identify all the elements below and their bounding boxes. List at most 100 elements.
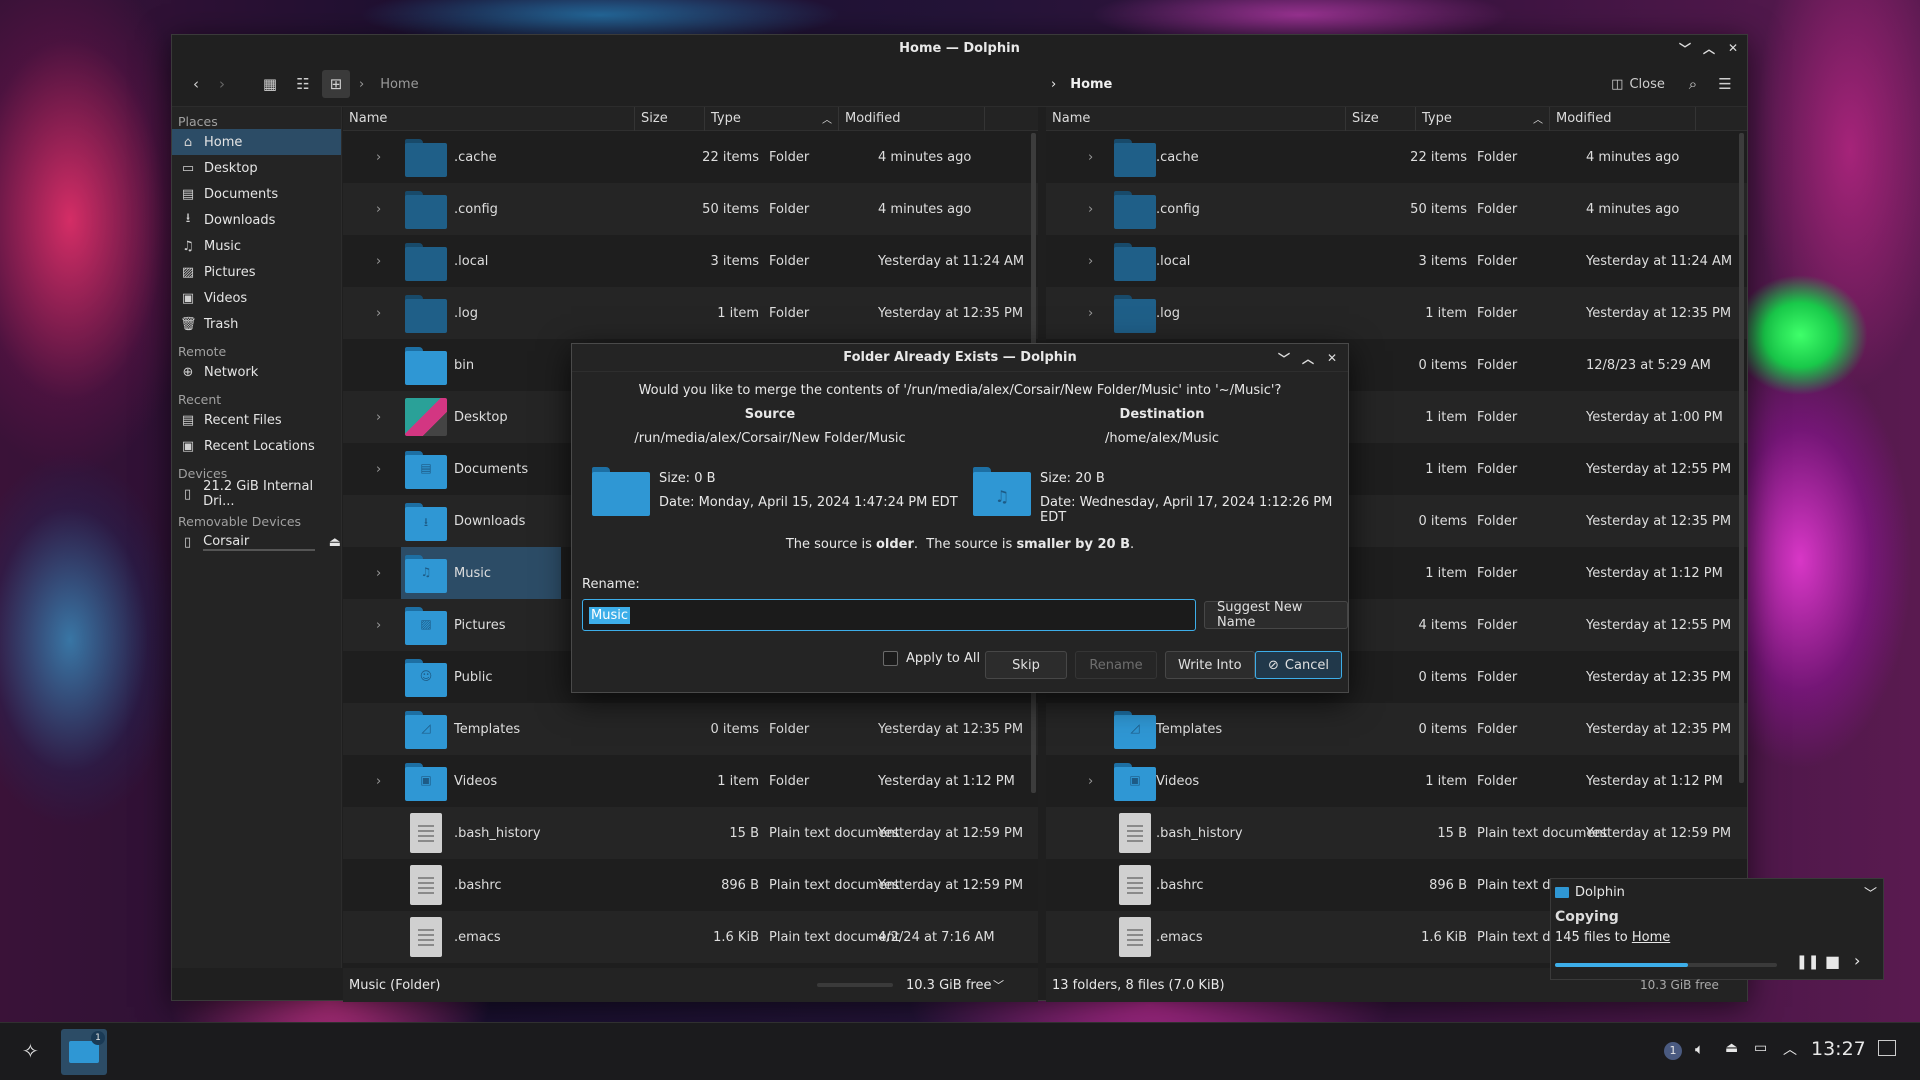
back-icon[interactable]: ‹	[184, 70, 208, 98]
eject-icon[interactable]: ⏏	[329, 535, 341, 550]
expand-chevron-icon[interactable]: ›	[376, 235, 381, 287]
file-row[interactable]: › .cache 22 items Folder 4 minutes ago	[1046, 131, 1747, 183]
file-row[interactable]: ◿ Templates 0 items Folder Yesterday at 12:3…	[1046, 703, 1747, 755]
expand-chevron-icon[interactable]: ›	[376, 547, 381, 599]
volume-icon[interactable]: 🔈︎	[1695, 1040, 1704, 1058]
file-row[interactable]: .bash_history 15 B Plain text document Yest…	[1046, 807, 1747, 859]
forward-icon[interactable]: ›	[210, 70, 234, 98]
pause-icon[interactable]: ❚❚	[1796, 954, 1819, 970]
breadcrumb-home[interactable]: Home	[380, 77, 418, 92]
app-launcher-icon[interactable]: ✧	[22, 1039, 39, 1063]
file-row[interactable]: › .log 1 item Folder Yesterday at 12:35 PM	[343, 287, 1038, 339]
dolphin-task-button[interactable]: 1	[61, 1029, 107, 1075]
column-modified[interactable]: Modified	[839, 107, 985, 131]
places-item-home[interactable]: ⌂ Home	[172, 129, 341, 155]
tray-expand-icon[interactable]: ︿	[1783, 1039, 1797, 1059]
cancel-button[interactable]: ⊘ Cancel	[1255, 651, 1342, 679]
column-size[interactable]: Size	[635, 107, 705, 131]
column-modified[interactable]: Modified	[1550, 107, 1696, 131]
expand-chevron-icon[interactable]: ›	[1088, 235, 1093, 287]
suggest-new-name-button[interactable]: Suggest New Name	[1204, 600, 1348, 630]
rename-button[interactable]: Rename	[1075, 651, 1157, 679]
notification-home-link[interactable]: Home	[1632, 930, 1670, 945]
expand-chevron-icon[interactable]: ›	[376, 391, 381, 443]
places-item-network[interactable]: ⊕ Network	[172, 359, 341, 385]
details-chevron-icon[interactable]: ›	[1854, 951, 1860, 970]
file-row[interactable]: › .local 3 items Folder Yesterday at 11:24 A…	[1046, 235, 1747, 287]
places-item-videos[interactable]: ▣ Videos	[172, 285, 341, 311]
places-item-recent-files[interactable]: ▤ Recent Files	[172, 407, 341, 433]
dialog-titlebar[interactable]: Folder Already Exists — Dolphin ﹀ ︿ ✕	[572, 344, 1348, 372]
close-window-icon[interactable]: ✕	[1725, 40, 1741, 56]
checkbox-box[interactable]	[883, 651, 898, 666]
expand-chevron-icon[interactable]: ›	[1088, 755, 1093, 807]
expand-chevron-icon[interactable]: ›	[376, 131, 381, 183]
file-row[interactable]: › .cache 22 items Folder 4 minutes ago	[343, 131, 1038, 183]
free-space-label[interactable]: 10.3 GiB free	[906, 978, 991, 993]
clock[interactable]: 13:27	[1811, 1038, 1866, 1060]
column-name[interactable]: Name	[343, 107, 635, 131]
show-desktop-icon[interactable]	[1878, 1040, 1896, 1056]
minimize-icon[interactable]: ﹀	[1276, 350, 1292, 366]
search-icon[interactable]: ⌕	[1680, 70, 1706, 98]
file-row[interactable]: › .config 50 items Folder 4 minutes ago	[1046, 183, 1747, 235]
window-titlebar[interactable]: Home — Dolphin ﹀ ︿ ✕	[172, 35, 1747, 61]
collapse-icon[interactable]: ﹀	[1864, 883, 1877, 902]
apply-to-all-checkbox[interactable]: Apply to All	[883, 651, 980, 666]
network-tray-icon[interactable]: ▭	[1754, 1040, 1767, 1056]
column-size[interactable]: Size	[1346, 107, 1416, 131]
maximize-icon[interactable]: ︿	[1300, 350, 1316, 366]
compact-view-icon[interactable]: ☷	[289, 70, 317, 98]
places-item-corsair[interactable]: ▯ Corsair ⏏	[172, 529, 341, 555]
places-item-downloads[interactable]: ⭳ Downloads	[172, 207, 341, 233]
expand-chevron-icon[interactable]: ›	[1088, 287, 1093, 339]
places-item-desktop[interactable]: ▭ Desktop	[172, 155, 341, 181]
column-name[interactable]: Name	[1046, 107, 1346, 131]
file-size: 50 items	[1410, 201, 1467, 217]
file-row[interactable]: .emacs 1.6 KiB Plain text document 4/2/24 a…	[343, 911, 1038, 963]
places-item-pictures[interactable]: ▨ Pictures	[172, 259, 341, 285]
hamburger-menu-icon[interactable]: ☰	[1712, 70, 1738, 98]
write-into-button[interactable]: Write Into	[1165, 651, 1255, 679]
minimize-icon[interactable]: ﹀	[1677, 40, 1693, 56]
breadcrumb-home[interactable]: Home	[1070, 77, 1112, 92]
file-row[interactable]: › .log 1 item Folder Yesterday at 12:35 PM	[1046, 287, 1747, 339]
chevron-down-icon[interactable]: ﹀	[993, 977, 1004, 993]
notification-count-icon[interactable]: 1	[1664, 1042, 1682, 1060]
stop-icon[interactable]: ■	[1825, 952, 1840, 971]
usb-tray-icon[interactable]: ⏏	[1725, 1040, 1738, 1056]
file-row[interactable]: › .config 50 items Folder 4 minutes ago	[343, 183, 1038, 235]
places-item-21-2-gib-internal-dri-[interactable]: ▯ 21.2 GiB Internal Dri...	[172, 479, 341, 509]
places-item-music[interactable]: ♫ Music	[172, 233, 341, 259]
expand-chevron-icon[interactable]: ›	[376, 183, 381, 235]
expand-chevron-icon[interactable]: ›	[376, 755, 381, 807]
close-dialog-icon[interactable]: ✕	[1324, 350, 1340, 366]
file-row[interactable]: › ▣ Videos 1 item Folder Yesterday at 1:12 PM	[343, 755, 1038, 807]
details-view-icon[interactable]: ⊞	[322, 70, 350, 98]
right-scrollbar[interactable]	[1739, 133, 1744, 783]
close-split-button[interactable]: ◫ Close	[1605, 70, 1671, 98]
expand-chevron-icon[interactable]: ›	[1088, 131, 1093, 183]
file-row[interactable]: .bash_history 15 B Plain text document Yest…	[343, 807, 1038, 859]
file-row[interactable]: .bashrc 896 B Plain text document Yesterday…	[343, 859, 1038, 911]
places-item-recent-locations[interactable]: ▣ Recent Locations	[172, 433, 341, 459]
expand-chevron-icon[interactable]: ›	[376, 443, 381, 495]
left-breadcrumb[interactable]: › Home	[359, 61, 419, 107]
rename-input[interactable]: Music	[582, 599, 1196, 631]
file-row[interactable]: ◿ Templates 0 items Folder Yesterday at 12:3…	[343, 703, 1038, 755]
places-item-trash[interactable]: 🗑︎ Trash	[172, 311, 341, 337]
right-free-space-label[interactable]: 10.3 GiB free	[1640, 978, 1719, 992]
column-type[interactable]: Type ︿	[705, 107, 839, 131]
file-row[interactable]: › .local 3 items Folder Yesterday at 11:24 A…	[343, 235, 1038, 287]
column-type-label: Type	[1422, 111, 1452, 126]
expand-chevron-icon[interactable]: ›	[1088, 183, 1093, 235]
skip-button[interactable]: Skip	[985, 651, 1067, 679]
icons-view-icon[interactable]: ▦	[256, 70, 284, 98]
expand-chevron-icon[interactable]: ›	[376, 287, 381, 339]
column-type[interactable]: Type ︿	[1416, 107, 1550, 131]
file-row[interactable]: › ▣ Videos 1 item Folder Yesterday at 1:12 PM	[1046, 755, 1747, 807]
places-item-documents[interactable]: ▤ Documents	[172, 181, 341, 207]
maximize-icon[interactable]: ︿	[1701, 40, 1717, 56]
right-breadcrumb[interactable]: › Home	[1051, 61, 1112, 107]
expand-chevron-icon[interactable]: ›	[376, 599, 381, 651]
